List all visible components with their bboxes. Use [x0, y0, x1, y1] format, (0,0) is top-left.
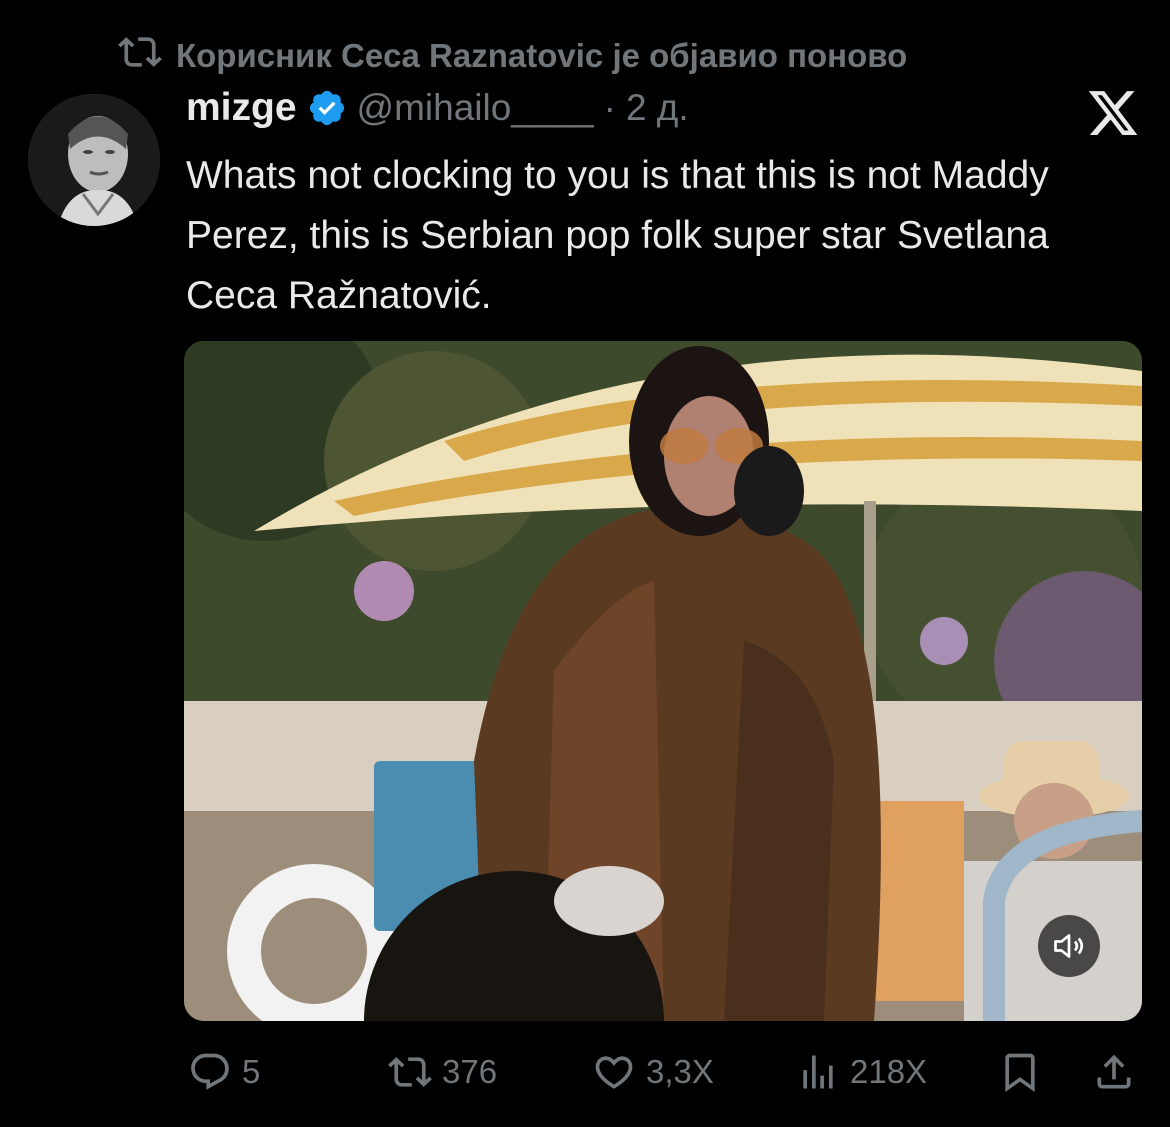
author-handle[interactable]: @mihailo____: [357, 87, 594, 129]
share-button[interactable]: [1092, 1050, 1136, 1094]
tweet-time[interactable]: 2 д.: [626, 87, 689, 129]
reply-icon: [191, 1053, 229, 1090]
repost-icon: [388, 1057, 432, 1087]
tweet-video[interactable]: [184, 341, 1142, 1021]
author-name[interactable]: mizge: [186, 86, 297, 130]
bookmark-icon: [1005, 1053, 1035, 1093]
repost-indicator[interactable]: Корисник Ceca Raznatovic је објавио поно…: [118, 30, 907, 82]
mute-toggle-button[interactable]: [1038, 915, 1100, 977]
tweet-header: mizge @mihailo____ · 2 д.: [186, 86, 689, 130]
separator-dot: ·: [603, 87, 616, 128]
heart-icon: [595, 1056, 633, 1089]
repost-button[interactable]: 376: [388, 1050, 497, 1094]
repost-count: 376: [442, 1053, 498, 1090]
reply-count: 5: [242, 1053, 261, 1090]
tweet-action-bar: 5 376 3,3Х 218Х: [0, 1050, 1170, 1098]
reply-button[interactable]: 5: [188, 1050, 260, 1094]
share-icon: [1097, 1054, 1131, 1089]
tweet-text: Whats not clocking to you is that this i…: [186, 154, 1049, 317]
like-count: 3,3Х: [646, 1053, 714, 1090]
speaker-muted-icon: [1054, 934, 1084, 958]
views-chart-icon: [803, 1055, 833, 1089]
x-logo-icon: [1086, 86, 1140, 140]
author-avatar[interactable]: [28, 94, 160, 226]
like-button[interactable]: 3,3Х: [592, 1050, 714, 1094]
views-button[interactable]: 218Х: [796, 1050, 927, 1094]
bookmark-button[interactable]: [998, 1050, 1042, 1094]
verified-badge-icon: [307, 88, 347, 128]
video-frame: [184, 341, 1142, 1021]
repost-icon: [118, 30, 162, 82]
views-count: 218Х: [850, 1053, 928, 1090]
repost-text: Корисник Ceca Raznatovic је објавио поно…: [176, 37, 908, 74]
